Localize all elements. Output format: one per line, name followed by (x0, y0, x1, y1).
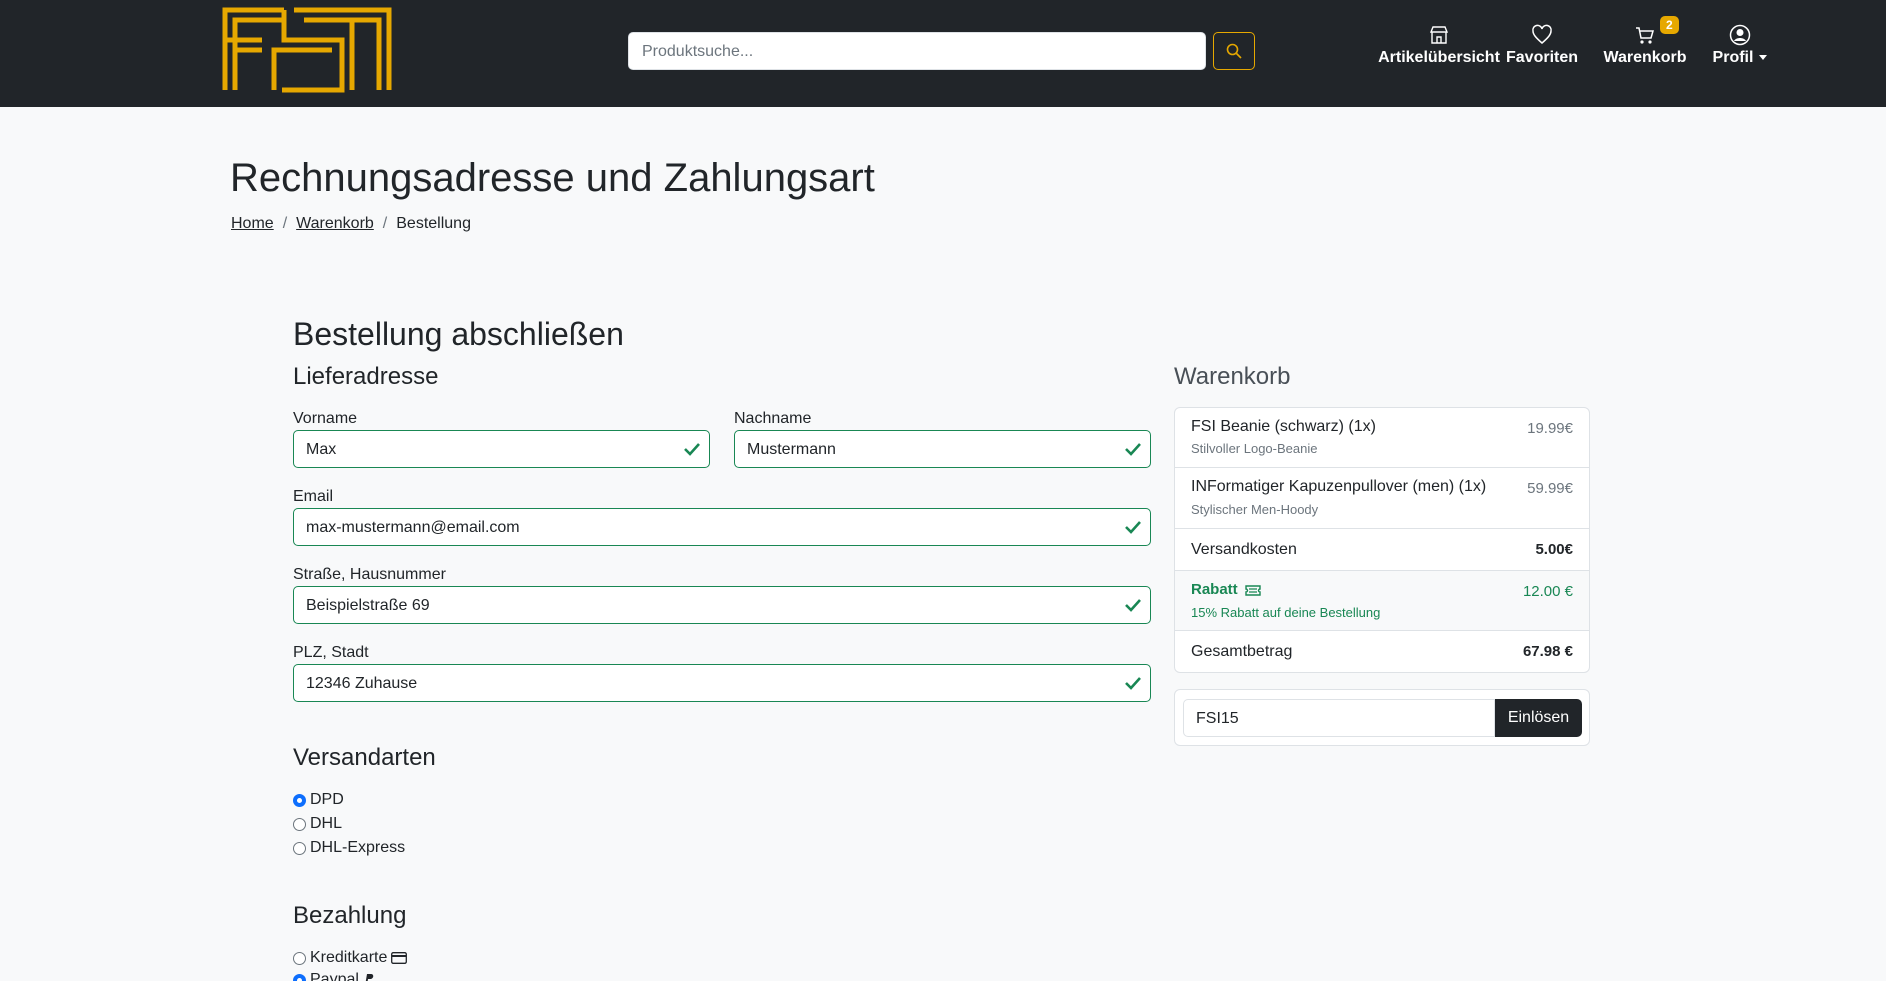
warenkorb-heading: Warenkorb (1174, 363, 1291, 390)
breadcrumb-home[interactable]: Home (231, 215, 274, 232)
email-value: max-mustermann@email.com (306, 519, 520, 536)
nachname-value: Mustermann (747, 441, 836, 458)
nav-warenkorb-label: Warenkorb (1603, 49, 1687, 66)
discount-value: 12.00 € (1522, 583, 1573, 600)
valid-check-icon (1125, 599, 1141, 612)
payment-option-kreditkarte[interactable]: Kreditkarte (293, 949, 408, 967)
fsi-logo[interactable] (222, 7, 392, 93)
credit-card-icon (391, 952, 408, 964)
discount-desc: 15% Rabatt auf deine Bestellung (1191, 605, 1381, 620)
bezahlung-heading: Bezahlung (293, 902, 407, 929)
vorname-field[interactable]: Max (293, 430, 710, 468)
cart-summary: FSI Beanie (schwarz) (1x) Stilvoller Log… (1174, 407, 1590, 673)
plz-field[interactable]: 12346 Zuhause (293, 664, 1151, 702)
strasse-value: Beispielstraße 69 (306, 597, 430, 614)
caret-down-icon (1759, 55, 1768, 61)
breadcrumb-warenkorb[interactable]: Warenkorb (296, 215, 374, 232)
email-field[interactable]: max-mustermann@email.com (293, 508, 1151, 546)
payment-option-paypal[interactable]: Paypal (293, 971, 375, 981)
valid-check-icon (684, 443, 700, 456)
valid-check-icon (1125, 677, 1141, 690)
discount-label: Rabatt (1191, 581, 1238, 598)
ticket-icon (1245, 585, 1261, 596)
nav-artikel-label: Artikelübersicht (1378, 49, 1500, 66)
heart-icon (1532, 24, 1552, 44)
total-label: Gesamtbetrag (1191, 643, 1293, 660)
coupon-form: FSI15 Einlösen (1174, 689, 1590, 746)
breadcrumb-bestellung: Bestellung (396, 215, 471, 232)
page-title: Rechnungsadresse und Zahlungsart (230, 156, 875, 200)
navbar: Produktsuche... Artikelübersicht Favorit… (0, 0, 1886, 107)
redeem-button[interactable]: Einlösen (1495, 699, 1582, 737)
item-price: 59.99€ (1527, 480, 1573, 497)
total-row: Gesamtbetrag 67.98 € (1175, 631, 1589, 672)
search-input[interactable]: Produktsuche... (628, 32, 1206, 70)
nav-favoriten-label: Favoriten (1506, 49, 1579, 66)
item-desc: Stilvoller Logo-Beanie (1191, 441, 1318, 456)
strasse-field[interactable]: Beispielstraße 69 (293, 586, 1151, 624)
paypal-icon (365, 974, 374, 981)
item-desc: Stylischer Men-Hoody (1191, 502, 1319, 517)
valid-check-icon (1125, 443, 1141, 456)
address-heading: Lieferadresse (293, 363, 439, 390)
nachname-field[interactable]: Mustermann (734, 430, 1151, 468)
item-price: 19.99€ (1527, 420, 1573, 437)
cart-icon (1636, 27, 1654, 44)
vorname-value: Max (306, 441, 337, 458)
discount-label-wrap: Rabatt (1191, 581, 1261, 598)
radio-checked[interactable] (293, 973, 306, 981)
email-label: Email (293, 488, 334, 505)
shipping-option-dhl[interactable]: DHL (293, 815, 342, 833)
strasse-label: Straße, Hausnummer (293, 566, 446, 583)
radio-checked[interactable] (293, 793, 306, 807)
total-value: 67.98 € (1522, 643, 1573, 660)
shipping-option-dhl-express[interactable]: DHL-Express (293, 839, 405, 857)
shipping-cost-value: 5.00€ (1535, 541, 1573, 558)
breadcrumb: Home / Warenkorb / Bestellung (231, 215, 471, 232)
cart-item: FSI Beanie (schwarz) (1x) Stilvoller Log… (1175, 408, 1589, 468)
radio[interactable] (293, 841, 306, 855)
radio[interactable] (293, 817, 306, 831)
valid-check-icon (1125, 521, 1141, 534)
user-circle-icon (1729, 24, 1751, 46)
item-name: FSI Beanie (schwarz) (1x) (1191, 418, 1376, 435)
checkout-heading: Bestellung abschließen (293, 316, 624, 352)
nav-profil-label: Profil (1712, 49, 1754, 66)
shipping-cost-label: Versandkosten (1191, 541, 1297, 558)
shop-icon (1429, 26, 1449, 44)
shipping-option-dpd[interactable]: DPD (293, 791, 344, 809)
shipping-cost-row: Versandkosten 5.00€ (1175, 529, 1589, 571)
item-name: INFormatiger Kapuzenpullover (men) (1x) (1191, 478, 1487, 495)
discount-row: Rabatt 15% Rabatt auf deine Bestellung 1… (1175, 571, 1589, 631)
cart-item: INFormatiger Kapuzenpullover (men) (1x) … (1175, 468, 1589, 529)
nav-artikeluebersicht[interactable]: Artikelübersicht (1364, 24, 1514, 67)
versandarten-heading: Versandarten (293, 744, 436, 771)
vorname-label: Vorname (293, 410, 358, 427)
search-icon (1226, 43, 1242, 59)
radio[interactable] (293, 951, 306, 965)
coupon-input[interactable]: FSI15 (1183, 699, 1495, 737)
nav-profil-dropdown[interactable]: Profil (1710, 24, 1770, 67)
cart-count-badge: 2 (1660, 16, 1679, 34)
nav-favoriten[interactable]: Favoriten (1506, 24, 1579, 67)
nachname-label: Nachname (734, 410, 812, 427)
search-button[interactable] (1213, 32, 1255, 70)
plz-label: PLZ, Stadt (293, 644, 369, 661)
plz-value: 12346 Zuhause (306, 675, 418, 692)
